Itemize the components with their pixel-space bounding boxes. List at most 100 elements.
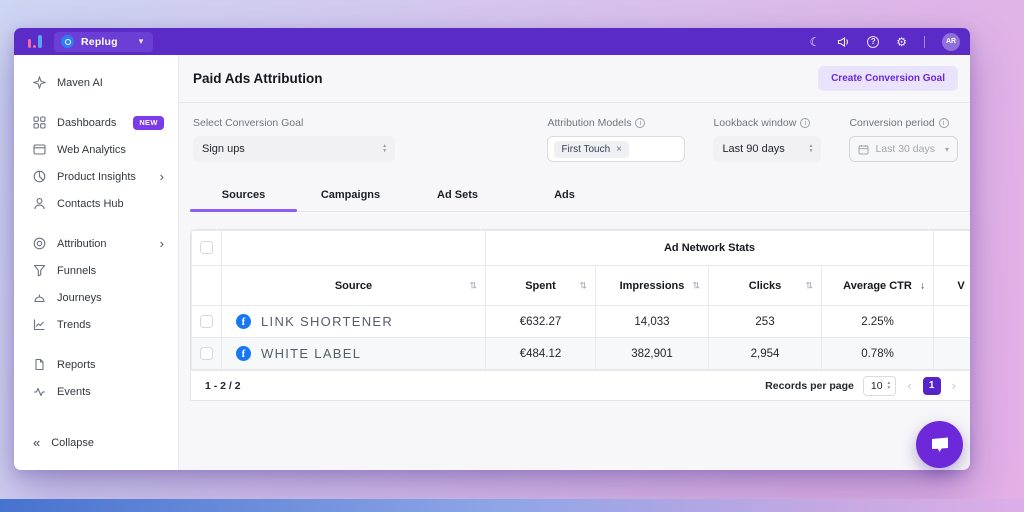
- workspace-name: Replug: [81, 35, 118, 48]
- sidebar-item-maven-ai[interactable]: Maven AI: [14, 69, 178, 96]
- topbar-divider: [924, 35, 925, 48]
- dark-mode-icon[interactable]: ☾: [809, 36, 820, 48]
- stepper-icon: ▴ ▾: [887, 379, 891, 391]
- previous-page-button[interactable]: ‹: [905, 378, 913, 393]
- empty-header-cell: [191, 265, 222, 306]
- topbar: Replug ▾ ☾ ? ⚙ AR: [14, 28, 970, 55]
- column-header-spent[interactable]: Spent ⇅: [485, 265, 596, 306]
- tab-sources[interactable]: Sources: [190, 183, 297, 212]
- journey-path-icon: [34, 294, 45, 303]
- row-checkbox[interactable]: [200, 315, 213, 328]
- sidebar-item-web-analytics[interactable]: Web Analytics: [14, 136, 178, 163]
- user-avatar[interactable]: AR: [942, 32, 960, 51]
- ctr-cell: 0.78%: [820, 337, 935, 370]
- workspace-switcher[interactable]: Replug ▾: [54, 31, 154, 52]
- sidebar-item-events[interactable]: Events: [14, 378, 178, 405]
- chevron-down-icon: ▾: [138, 36, 144, 46]
- sidebar-item-product-insights[interactable]: Product Insights ›: [14, 163, 178, 190]
- lookback-window-label: Lookback window: [713, 117, 797, 129]
- attribution-models-select[interactable]: First Touch ×: [547, 136, 686, 162]
- pie-chart-icon: [33, 170, 46, 183]
- empty-header-cell: [221, 230, 486, 266]
- records-per-page-select[interactable]: 10 ▴ ▾: [862, 375, 897, 396]
- remove-chip-icon[interactable]: ×: [616, 144, 622, 155]
- source-name: WHITE LABEL: [261, 346, 362, 361]
- sidebar-item-label: Attribution: [57, 237, 107, 250]
- clicks-cell: 253: [708, 305, 822, 338]
- ctr-cell: 2.25%: [820, 305, 935, 338]
- sidebar-item-trends[interactable]: Trends: [14, 311, 178, 338]
- conversion-period-select[interactable]: Last 30 days ▾: [849, 136, 958, 162]
- source-cell: f LINK SHORTENER: [221, 305, 486, 338]
- sidebar-item-label: Reports: [57, 358, 96, 371]
- column-header-average-ctr[interactable]: Average CTR ↓: [820, 265, 935, 306]
- app-logo-icon: [28, 35, 42, 48]
- sidebar-item-label: Dashboards: [57, 116, 117, 129]
- create-conversion-goal-button[interactable]: Create Conversion Goal: [818, 66, 958, 91]
- sort-icon[interactable]: ⇅: [692, 280, 700, 291]
- trend-line-icon: [33, 319, 45, 331]
- tab-ad-sets[interactable]: Ad Sets: [404, 183, 511, 211]
- tab-campaigns[interactable]: Campaigns: [297, 183, 404, 211]
- empty-header-cell: [933, 230, 970, 266]
- sidebar-group-divider: [14, 338, 178, 351]
- sidebar-item-journeys[interactable]: Journeys: [14, 284, 178, 311]
- collapse-label: Collapse: [51, 436, 95, 449]
- page-number-button[interactable]: 1: [922, 376, 941, 395]
- table-row[interactable]: f WHITE LABEL €484.12 382,901 2,954 0.78…: [191, 337, 970, 370]
- stepper-icon: ▴ ▾: [383, 143, 386, 154]
- select-all-cell: [191, 230, 222, 266]
- impressions-cell: 382,901: [595, 337, 709, 370]
- help-icon[interactable]: ?: [867, 35, 880, 48]
- conversion-goal-filter: Select Conversion Goal Sign ups ▴ ▾: [193, 117, 395, 162]
- calendar-icon: [858, 144, 869, 154]
- sidebar-item-label: Web Analytics: [57, 143, 126, 156]
- sidebar-item-reports[interactable]: Reports: [14, 351, 178, 378]
- main-content: Paid Ads Attribution Create Conversion G…: [179, 55, 970, 470]
- clicks-cell: 2,954: [708, 337, 822, 370]
- select-all-checkbox[interactable]: [200, 241, 213, 255]
- facebook-icon: f: [236, 314, 251, 329]
- sort-desc-icon[interactable]: ↓: [920, 280, 925, 291]
- info-icon: i: [800, 118, 811, 128]
- next-page-button[interactable]: ›: [950, 378, 958, 393]
- person-icon: [34, 198, 45, 210]
- attribution-model-chip: First Touch ×: [554, 140, 630, 158]
- table-row[interactable]: f LINK SHORTENER €632.27 14,033 253 2.25…: [191, 305, 970, 338]
- source-name: LINK SHORTENER: [261, 314, 394, 329]
- row-checkbox[interactable]: [200, 347, 213, 360]
- sidebar-item-dashboards[interactable]: Dashboards NEW: [14, 109, 178, 136]
- column-header-visits[interactable]: V: [933, 265, 970, 306]
- table-scroll-area[interactable]: Ad Network Stats Source ⇅ Spent ⇅ Impressi…: [191, 230, 970, 370]
- sidebar-item-label: Contacts Hub: [57, 197, 124, 210]
- sidebar-collapse-button[interactable]: « Collapse: [14, 429, 178, 456]
- lookback-window-select[interactable]: Last 90 days ▴ ▾: [713, 136, 822, 162]
- sort-icon[interactable]: ⇅: [579, 280, 587, 291]
- info-icon: i: [938, 118, 949, 128]
- spent-cell: €632.27: [485, 305, 596, 338]
- stepper-icon: ▴ ▾: [809, 143, 813, 154]
- chat-widget-button[interactable]: [916, 421, 963, 468]
- attribution-models-filter: Attribution Models i First Touch ×: [547, 117, 686, 162]
- sidebar-group-divider: [14, 96, 178, 109]
- sort-icon[interactable]: ⇅: [469, 280, 477, 291]
- chevron-right-icon: ›: [159, 169, 164, 184]
- visits-cell: [933, 305, 970, 338]
- sort-icon[interactable]: ⇅: [805, 280, 813, 291]
- sidebar-item-label: Trends: [57, 318, 91, 331]
- conversion-goal-select[interactable]: Sign ups ▴ ▾: [193, 136, 395, 162]
- column-header-impressions[interactable]: Impressions ⇅: [595, 265, 709, 306]
- announcements-icon[interactable]: [837, 36, 850, 48]
- column-header-clicks[interactable]: Clicks ⇅: [708, 265, 822, 306]
- sources-table-card: Ad Network Stats Source ⇅ Spent ⇅ Impressi…: [190, 229, 970, 401]
- tab-ads[interactable]: Ads: [511, 183, 618, 211]
- column-header-source[interactable]: Source ⇅: [221, 265, 486, 306]
- settings-gear-icon[interactable]: ⚙: [896, 36, 907, 48]
- sidebar-item-funnels[interactable]: Funnels: [14, 257, 178, 284]
- sidebar-item-contacts-hub[interactable]: Contacts Hub: [14, 190, 178, 217]
- sidebar-item-attribution[interactable]: Attribution ›: [14, 230, 178, 257]
- sidebar-item-label: Events: [57, 385, 91, 398]
- sidebar-item-label: Product Insights: [57, 170, 136, 183]
- conversion-period-value: Last 30 days: [875, 143, 935, 155]
- chevron-down-icon: ▾: [944, 144, 949, 154]
